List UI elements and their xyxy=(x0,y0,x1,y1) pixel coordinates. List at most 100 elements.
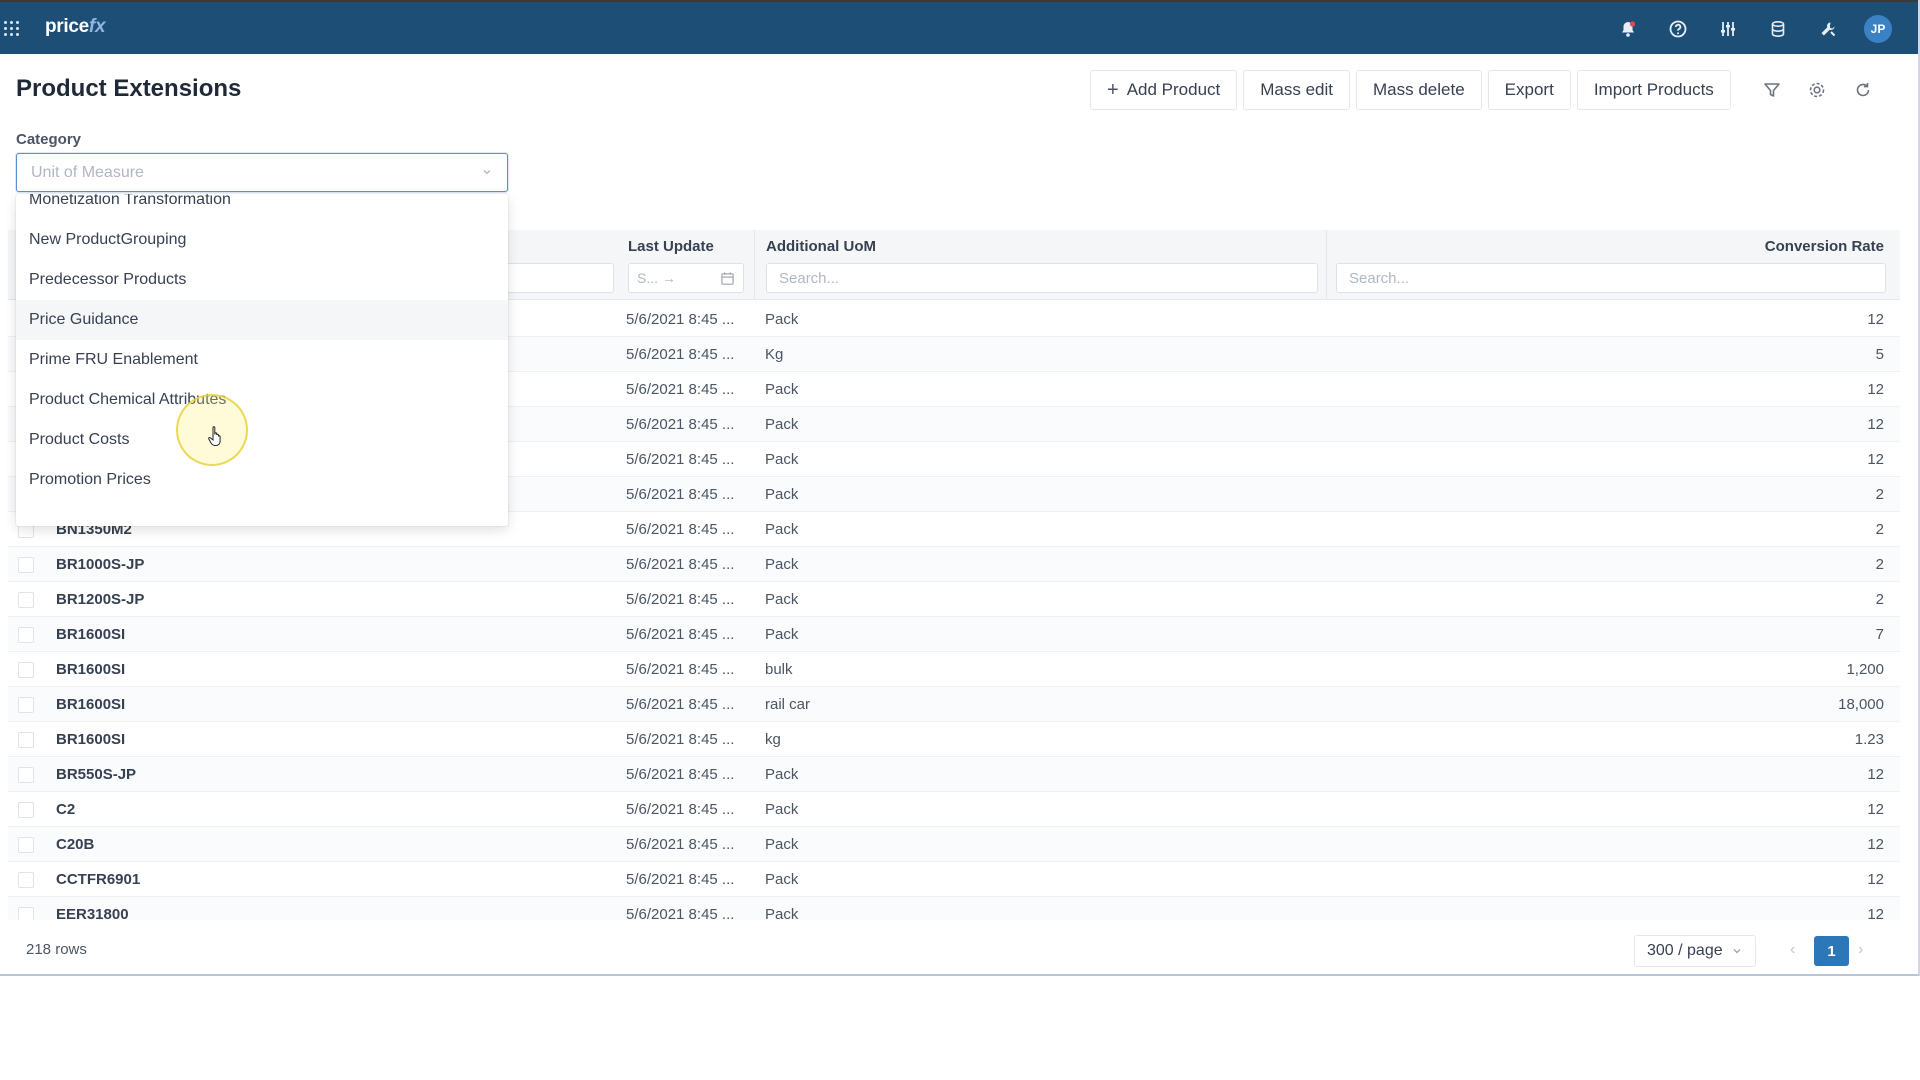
plus-icon: + xyxy=(1107,78,1119,101)
mass-delete-button[interactable]: Mass delete xyxy=(1356,70,1482,110)
row-checkbox[interactable] xyxy=(18,802,34,818)
conversion-rate-cell: 12 xyxy=(1867,311,1884,328)
column-divider xyxy=(754,230,755,300)
avatar[interactable]: JP xyxy=(1864,15,1892,43)
last-update-cell: 5/6/2021 8:45 ... xyxy=(626,556,735,573)
additional-uom-cell: Pack xyxy=(765,556,799,573)
last-update-cell: 5/6/2021 8:45 ... xyxy=(626,381,735,398)
database-icon[interactable] xyxy=(1753,12,1803,46)
conversion-rate-cell: 12 xyxy=(1867,381,1884,398)
last-update-cell: 5/6/2021 8:45 ... xyxy=(626,836,735,853)
additional-uom-cell: Pack xyxy=(765,311,799,328)
additional-uom-cell: Pack xyxy=(765,521,799,538)
add-product-button[interactable]: + Add Product xyxy=(1090,70,1238,110)
rate-search-input[interactable]: Search... xyxy=(1336,263,1886,293)
option-prime-fru-enablement[interactable]: Prime FRU Enablement xyxy=(16,340,508,380)
row-checkbox[interactable] xyxy=(18,767,34,783)
table-row[interactable]: BR550S-JP 5/6/2021 8:45 ... Pack 12 xyxy=(8,757,1900,792)
export-button[interactable]: Export xyxy=(1487,70,1571,110)
last-update-cell: 5/6/2021 8:45 ... xyxy=(626,906,735,920)
table-row[interactable]: BR1600SI 5/6/2021 8:45 ... Pack 7 xyxy=(8,617,1900,652)
sliders-icon[interactable] xyxy=(1703,12,1753,46)
table-row[interactable]: C20B 5/6/2021 8:45 ... Pack 12 xyxy=(8,827,1900,862)
table-row[interactable]: BR1200S-JP 5/6/2021 8:45 ... Pack 2 xyxy=(8,582,1900,617)
bell-icon[interactable] xyxy=(1603,12,1653,46)
conversion-rate-cell: 1.23 xyxy=(1854,731,1884,748)
mass-edit-button[interactable]: Mass edit xyxy=(1243,70,1350,110)
refresh-icon[interactable] xyxy=(1851,78,1875,102)
table-row[interactable]: C2 5/6/2021 8:45 ... Pack 12 xyxy=(8,792,1900,827)
option-product-costs[interactable]: Product Costs xyxy=(16,420,508,460)
product-sku-cell: EER31800 xyxy=(56,906,129,920)
conversion-rate-cell: 18,000 xyxy=(1838,696,1884,713)
category-placeholder: Unit of Measure xyxy=(31,164,144,181)
column-additional-uom[interactable]: Additional UoM xyxy=(766,238,876,255)
column-conversion-rate[interactable]: Conversion Rate xyxy=(1765,238,1884,255)
product-sku-cell: BR1600SI xyxy=(56,626,126,643)
prev-page-button[interactable]: ‹ xyxy=(1790,941,1795,959)
table-row[interactable]: BR1600SI 5/6/2021 8:45 ... bulk 1,200 xyxy=(8,652,1900,687)
last-update-cell: 5/6/2021 8:45 ... xyxy=(626,486,735,503)
conversion-rate-cell: 12 xyxy=(1867,801,1884,818)
help-icon[interactable] xyxy=(1653,12,1703,46)
row-checkbox[interactable] xyxy=(18,837,34,853)
category-label: Category xyxy=(16,131,82,148)
product-sku-cell: BR550S-JP xyxy=(56,766,137,783)
page-1-button[interactable]: 1 xyxy=(1814,936,1849,966)
product-sku-cell: BR1000S-JP xyxy=(56,556,145,573)
table-row[interactable]: BR1600SI 5/6/2021 8:45 ... rail car 18,000 xyxy=(8,687,1900,722)
hand-cursor-icon xyxy=(208,426,221,446)
product-sku-cell: BR1600SI xyxy=(56,661,126,678)
settings-icon[interactable] xyxy=(1805,78,1829,102)
conversion-rate-cell: 2 xyxy=(1875,591,1884,608)
table-row[interactable]: BR1000S-JP 5/6/2021 8:45 ... Pack 2 xyxy=(8,547,1900,582)
date-filter-input[interactable]: S... → xyxy=(628,263,744,293)
last-update-cell: 5/6/2021 8:45 ... xyxy=(626,766,735,783)
option-promotion-prices[interactable]: Promotion Prices xyxy=(16,460,508,500)
date-filter-placeholder: S... → xyxy=(637,270,676,286)
conversion-rate-cell: 2 xyxy=(1875,521,1884,538)
option-price-guidance[interactable]: Price Guidance xyxy=(16,300,508,340)
column-last-update[interactable]: Last Update xyxy=(628,238,714,255)
additional-uom-cell: kg xyxy=(765,731,781,748)
table-row[interactable]: BR1600SI 5/6/2021 8:45 ... kg 1.23 xyxy=(8,722,1900,757)
conversion-rate-cell: 2 xyxy=(1875,556,1884,573)
import-products-button[interactable]: Import Products xyxy=(1576,70,1731,110)
row-checkbox[interactable] xyxy=(18,662,34,678)
last-update-cell: 5/6/2021 8:45 ... xyxy=(626,661,735,678)
row-checkbox[interactable] xyxy=(18,907,34,920)
uom-search-input[interactable]: Search... xyxy=(766,263,1318,293)
table-row[interactable]: EER31800 5/6/2021 8:45 ... Pack 12 xyxy=(8,897,1900,920)
filter-icon[interactable] xyxy=(1760,78,1784,102)
next-page-button[interactable]: › xyxy=(1858,941,1863,959)
row-checkbox[interactable] xyxy=(18,627,34,643)
conversion-rate-cell: 2 xyxy=(1875,486,1884,503)
last-update-cell: 5/6/2021 8:45 ... xyxy=(626,696,735,713)
conversion-rate-cell: 12 xyxy=(1867,451,1884,468)
additional-uom-cell: Pack xyxy=(765,591,799,608)
option-monetization-transformation[interactable]: Monetization Transformation xyxy=(16,194,508,220)
table-row[interactable]: CCTFR6901 5/6/2021 8:45 ... Pack 12 xyxy=(8,862,1900,897)
row-checkbox[interactable] xyxy=(18,592,34,608)
tools-icon[interactable] xyxy=(1803,12,1853,46)
page-title: Product Extensions xyxy=(16,75,242,102)
logo[interactable]: pricefx xyxy=(45,16,106,38)
row-checkbox[interactable] xyxy=(18,872,34,888)
page-size-select[interactable]: 300 / page xyxy=(1634,935,1756,967)
logo-accent: fx xyxy=(88,16,106,37)
category-select[interactable]: Unit of Measure xyxy=(16,153,508,192)
last-update-cell: 5/6/2021 8:45 ... xyxy=(626,311,735,328)
last-update-cell: 5/6/2021 8:45 ... xyxy=(626,521,735,538)
row-checkbox[interactable] xyxy=(18,732,34,748)
row-checkbox[interactable] xyxy=(18,557,34,573)
app-launcher-icon[interactable] xyxy=(4,21,20,37)
row-checkbox[interactable] xyxy=(18,697,34,713)
option-product-chemical-attributes[interactable]: Product Chemical Attributes xyxy=(16,380,508,420)
option-predecessor-products[interactable]: Predecessor Products xyxy=(16,260,508,300)
rows-count: 218 rows xyxy=(26,941,87,958)
column-divider xyxy=(1326,230,1327,300)
last-update-cell: 5/6/2021 8:45 ... xyxy=(626,346,735,363)
option-new-productgrouping[interactable]: New ProductGrouping xyxy=(16,220,508,260)
additional-uom-cell: Pack xyxy=(765,766,799,783)
conversion-rate-cell: 1,200 xyxy=(1846,661,1884,678)
